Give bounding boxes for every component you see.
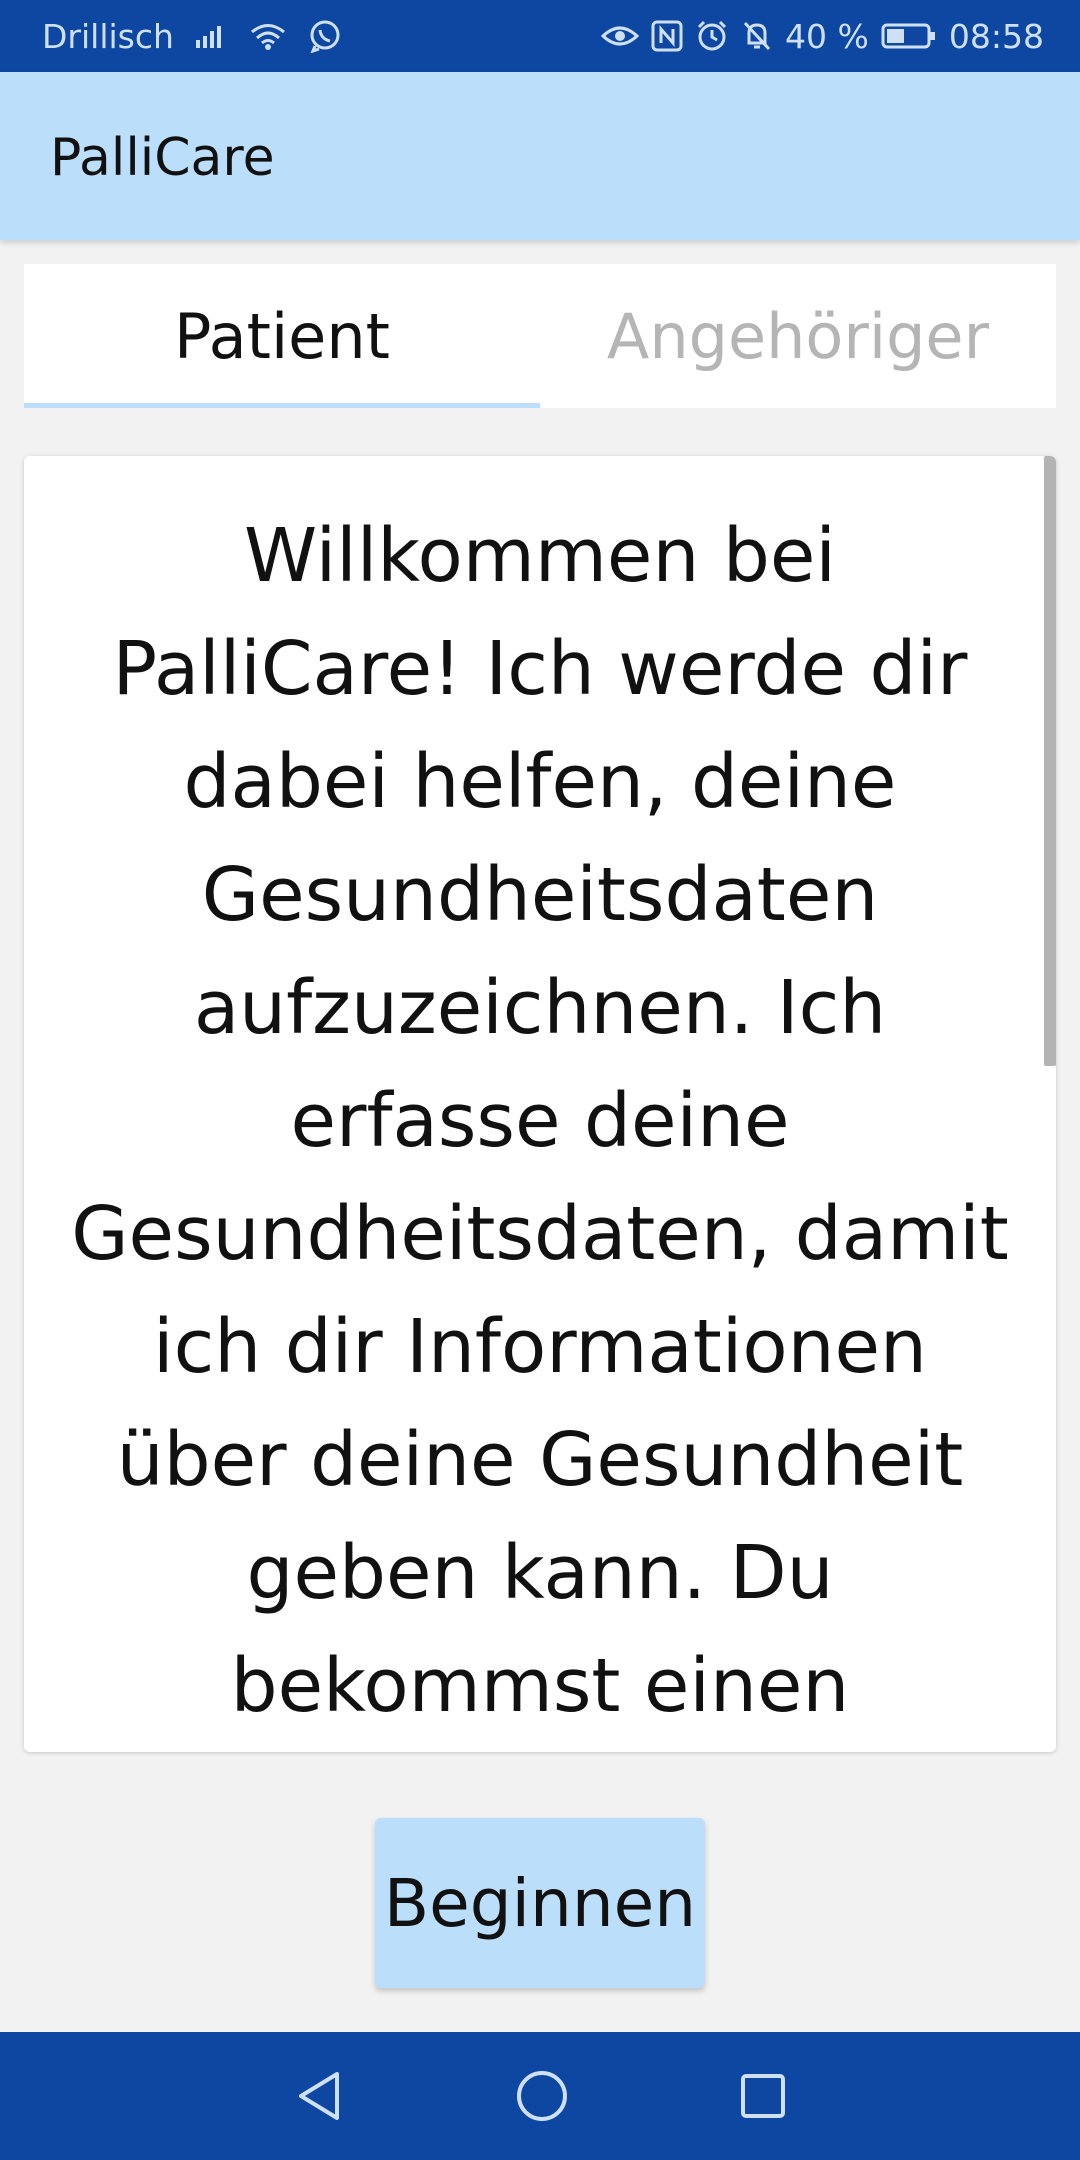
mute-icon (741, 19, 773, 53)
whatsapp-icon (308, 19, 342, 53)
welcome-text: Willkommen bei PalliCare! Ich werde dir … (71, 513, 1009, 1729)
scrollbar[interactable] (1044, 456, 1056, 1066)
signal-icon (194, 22, 228, 50)
carrier-label: Drillisch (42, 16, 174, 56)
alarm-icon (695, 19, 729, 53)
clock: 08:58 (948, 16, 1044, 56)
tab-bar: Patient Angehöriger (24, 264, 1056, 408)
app-title: PalliCare (50, 128, 275, 188)
home-icon[interactable] (515, 2069, 569, 2123)
welcome-card[interactable]: Willkommen bei PalliCare! Ich werde dir … (24, 456, 1056, 1752)
tab-patient[interactable]: Patient (24, 264, 540, 408)
recents-icon[interactable] (739, 2072, 787, 2120)
eye-icon (601, 22, 640, 50)
nfc-icon (651, 20, 683, 52)
tab-angehoeriger[interactable]: Angehöriger (540, 264, 1056, 408)
begin-button[interactable]: Beginnen (375, 1818, 705, 1988)
back-icon[interactable] (293, 2068, 345, 2124)
battery-icon (881, 22, 937, 50)
app-bar: PalliCare (0, 72, 1080, 240)
battery-percent: 40 % (785, 16, 869, 56)
status-bar: Drillisch 40 % 08:58 (0, 0, 1080, 72)
navigation-bar (0, 2032, 1080, 2160)
wifi-icon (248, 21, 288, 51)
